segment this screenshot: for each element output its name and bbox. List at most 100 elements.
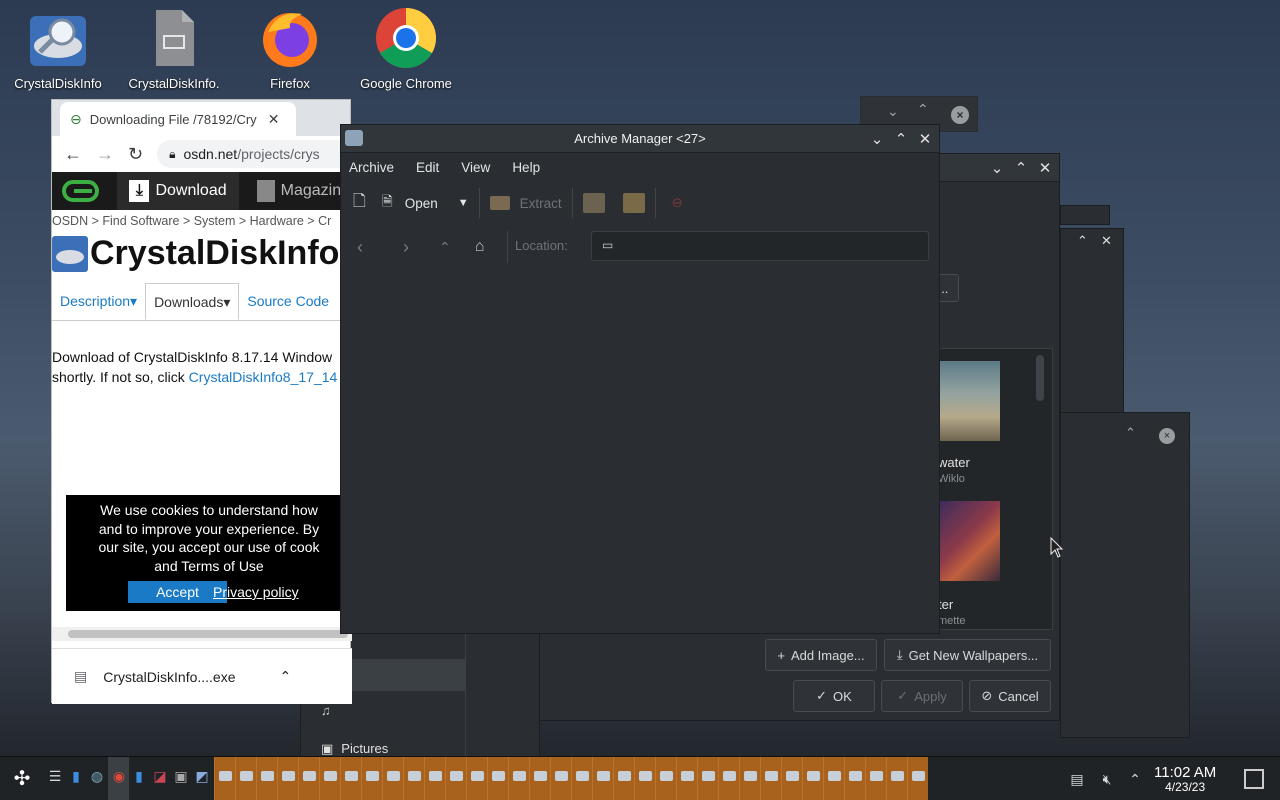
close-icon[interactable]: ✕ (1101, 233, 1112, 249)
home-icon[interactable]: ⌂ (475, 238, 485, 256)
extract-button[interactable]: Extract (489, 196, 562, 211)
taskbar-archive-manager-task[interactable] (319, 757, 340, 800)
new-archive-icon[interactable]: 🗋︎ (353, 190, 366, 217)
add-files-icon[interactable] (582, 193, 605, 213)
add-folder-icon[interactable] (622, 193, 645, 213)
get-new-wallpapers-button[interactable]: ⤓ Get New Wallpapers... (884, 639, 1051, 671)
open-dropdown-icon[interactable]: ▼ (458, 197, 469, 209)
taskbar-archive-manager-task[interactable] (256, 757, 277, 800)
taskbar-archive-manager-task[interactable] (487, 757, 508, 800)
reload-icon[interactable]: ↻ (128, 144, 143, 165)
close-icon[interactable]: ✕ (915, 129, 935, 149)
browser-tab[interactable]: ⊖ Downloading File /78192/Cry ✕ (60, 102, 296, 136)
taskbar-archive-manager-task[interactable] (403, 757, 424, 800)
chevron-up-icon[interactable]: ⌃ (1126, 770, 1144, 788)
nav-download[interactable]: ⤓ Download (117, 172, 239, 210)
terminal-icon[interactable]: ▣ (172, 767, 190, 785)
wallpaper-list[interactable]: water Wiklo ter mette (937, 348, 1053, 630)
store-icon[interactable]: ▮ (67, 767, 85, 785)
taskbar-archive-manager-task[interactable] (613, 757, 634, 800)
close-icon[interactable]: ✕ (1035, 158, 1055, 178)
clock[interactable]: 11:02 AM 4/23/23 (1154, 765, 1216, 795)
clipboard-icon[interactable]: ▤ (1068, 770, 1086, 788)
location-field[interactable]: ▭ (591, 231, 929, 261)
horizontal-scrollbar[interactable] (52, 627, 352, 641)
maximize-icon[interactable]: ⌃ (917, 101, 929, 118)
taskbar-archive-manager-task[interactable] (550, 757, 571, 800)
places-item-pictures[interactable]: ▣ Pictures (321, 741, 388, 757)
maximize-icon[interactable]: ⌃ (1077, 233, 1088, 249)
up-icon[interactable]: ⌃ (439, 239, 451, 256)
maximize-icon[interactable]: ⌃ (891, 129, 911, 149)
desktop-icon-firefox[interactable]: Firefox (234, 6, 346, 91)
address-bar[interactable]: 🔒︎ osdn.net/projects/crys (157, 140, 370, 168)
download-item[interactable]: CrystalDiskInfo....exe (103, 669, 235, 685)
desktop-icon-crystaldiskinfo-link[interactable]: CrystalDiskInfo. (118, 6, 230, 91)
tab-downloads[interactable]: Downloads▾ (145, 283, 240, 320)
delete-icon[interactable]: ⊖ (672, 195, 683, 211)
window-titlebar[interactable]: Archive Manager <27> ⌄ ⌃ ✕ (341, 125, 939, 153)
back-icon[interactable]: ← (64, 144, 82, 165)
forward-icon[interactable]: → (96, 144, 114, 165)
close-icon[interactable]: × (951, 106, 969, 124)
ok-button[interactable]: ✓ OK (793, 680, 875, 712)
volume-muted-icon[interactable]: 🔇︎ (1098, 770, 1116, 788)
taskbar-archive-manager-task[interactable] (655, 757, 676, 800)
taskbar-archive-manager-task[interactable] (844, 757, 865, 800)
taskbar-archive-manager-task[interactable] (781, 757, 802, 800)
taskbar-chrome-active[interactable]: ◉ (108, 757, 129, 800)
apply-button[interactable]: ✓ Apply (881, 680, 963, 712)
taskbar-archive-manager-task[interactable] (508, 757, 529, 800)
maximize-icon[interactable]: ⌃ (1011, 158, 1031, 178)
show-desktop-icon[interactable] (1244, 769, 1264, 789)
back-icon[interactable]: ‹ (357, 237, 363, 258)
archive-content-area[interactable] (341, 270, 939, 633)
close-icon[interactable]: × (1159, 428, 1175, 444)
taskbar-archive-manager-task[interactable] (277, 757, 298, 800)
taskbar-archive-manager-task[interactable] (865, 757, 886, 800)
breadcrumb[interactable]: OSDN > Find Software > System > Hardware… (52, 210, 350, 228)
maximize-icon[interactable]: ⌃ (1125, 425, 1136, 441)
menu-help[interactable]: Help (512, 160, 540, 175)
close-tab-icon[interactable]: ✕ (268, 111, 280, 128)
taskbar-archive-manager-task[interactable] (886, 757, 907, 800)
taskbar-archive-manager-task[interactable] (697, 757, 718, 800)
taskbar-archive-manager-task[interactable] (676, 757, 697, 800)
add-image-button[interactable]: + Add Image... (765, 639, 877, 671)
taskbar-archive-manager-task[interactable] (718, 757, 739, 800)
menu-edit[interactable]: Edit (416, 160, 439, 175)
files-icon[interactable]: ▮ (130, 767, 148, 785)
tab-description[interactable]: Description▾ (52, 283, 145, 320)
menu-view[interactable]: View (461, 160, 490, 175)
taskbar-archive-manager-task[interactable] (634, 757, 655, 800)
osdn-logo[interactable] (62, 180, 100, 202)
tab-source-code[interactable]: Source Code (239, 283, 337, 320)
taskbar-archive-manager-task[interactable] (802, 757, 823, 800)
scrollbar[interactable] (1036, 355, 1044, 401)
minimize-icon[interactable]: ⌄ (887, 103, 899, 120)
taskbar-archive-manager-task[interactable] (571, 757, 592, 800)
app-launcher-icon[interactable]: ✣ (10, 766, 34, 790)
desktop-icon-crystaldiskinfo[interactable]: CrystalDiskInfo (2, 6, 114, 91)
download-link[interactable]: CrystalDiskInfo8_17_14 (189, 369, 338, 385)
system-settings-icon[interactable]: ◪ (151, 767, 169, 785)
wallpaper-thumb-2[interactable] (938, 501, 1000, 581)
taskbar-archive-manager-task[interactable] (823, 757, 844, 800)
display-icon[interactable]: ◩ (193, 767, 211, 785)
open-button[interactable]: 🗎︎ Open (382, 192, 438, 215)
taskbar-archive-manager-task[interactable] (739, 757, 760, 800)
taskbar-archive-manager-task[interactable] (382, 757, 403, 800)
taskbar-archive-manager-task[interactable] (235, 757, 256, 800)
taskbar-archive-manager-task[interactable] (760, 757, 781, 800)
desktop-icon-chrome[interactable]: Google Chrome (350, 6, 462, 91)
taskbar-archive-manager-task[interactable] (466, 757, 487, 800)
cancel-button[interactable]: ⊘ Cancel (969, 680, 1051, 712)
taskbar-archive-manager-task[interactable] (529, 757, 550, 800)
nav-magazine[interactable]: Magazine (256, 180, 350, 202)
taskbar-archive-manager-task[interactable] (445, 757, 466, 800)
taskbar-archive-manager-task[interactable] (907, 757, 928, 800)
steam-icon[interactable]: ◍ (88, 767, 106, 785)
wallpaper-thumb-water[interactable] (938, 361, 1000, 441)
taskbar-archive-manager-task[interactable] (592, 757, 613, 800)
taskbar-archive-manager-task[interactable] (361, 757, 382, 800)
